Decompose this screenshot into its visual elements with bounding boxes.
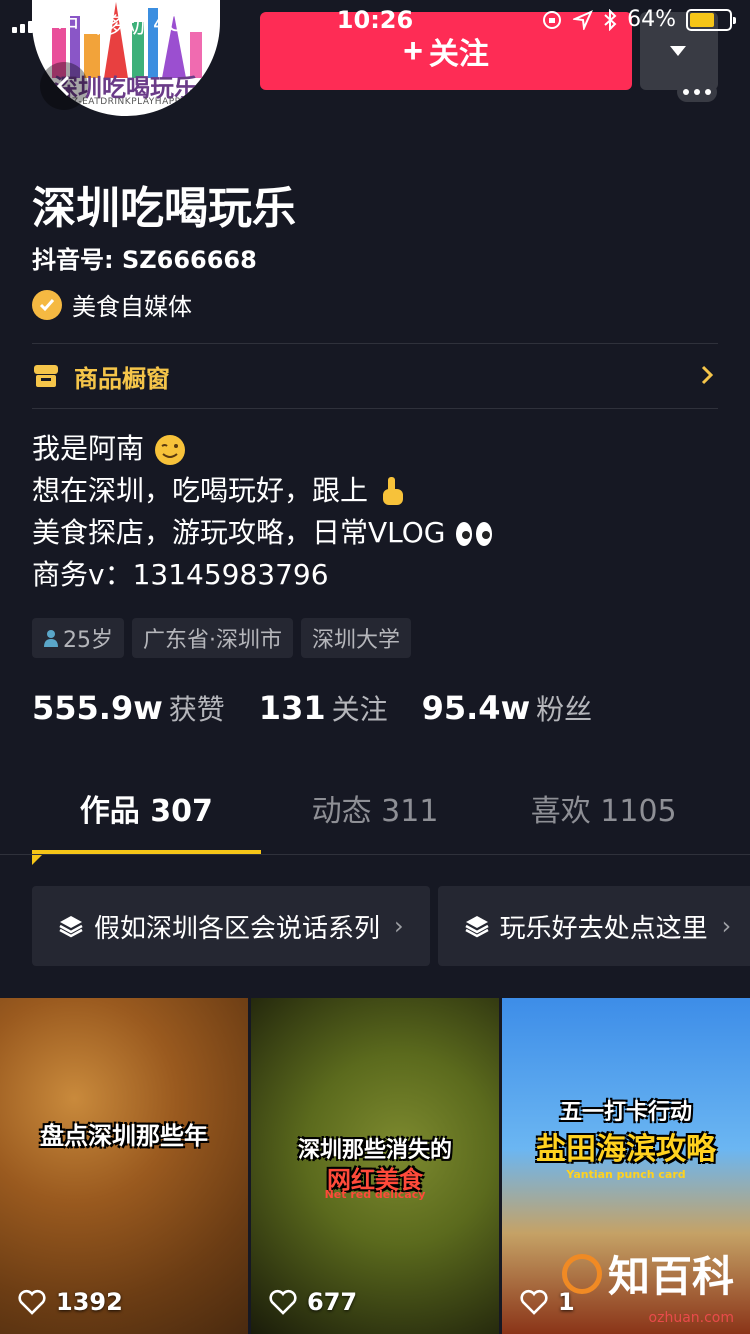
layers-icon (465, 916, 489, 938)
location-tag: 广东省·深圳市 (132, 618, 293, 658)
layers-icon (59, 916, 83, 938)
chevron-right-icon: › (394, 912, 404, 940)
video-caption: Net red delicacy (324, 1188, 426, 1201)
watermark-text: 知百科 (607, 1252, 734, 1301)
bluetooth-icon (604, 8, 617, 31)
following-count: 131 (258, 689, 326, 727)
video-thumbnail[interactable]: 深圳那些消失的 网红美食 Net red delicacy 677 (251, 998, 499, 1334)
watermark-url: ozhuan.com (648, 1310, 734, 1326)
collection-item[interactable]: 玩乐好去处点这里 › (437, 886, 750, 966)
verified-label: 美食自媒体 (72, 293, 192, 321)
tab-works[interactable]: 作品 307 (32, 786, 261, 854)
eyes-emoji-icon (456, 522, 493, 546)
battery-icon (686, 8, 736, 31)
divider (32, 408, 718, 409)
douyin-id: 抖音号: SZ666668 (32, 246, 257, 274)
battery-fill (690, 12, 715, 27)
bio-text: 我是阿南 (32, 432, 145, 465)
school-tag: 深圳大学 (301, 618, 412, 658)
heart-icon (269, 1289, 297, 1315)
shop-window-row[interactable]: 商品橱窗 (32, 344, 718, 408)
video-subtitle: 盐田海滨攻略 (536, 1132, 716, 1167)
point-up-emoji-icon (382, 477, 403, 505)
likes-count: 1392 (56, 1288, 123, 1316)
chevron-left-icon (56, 75, 70, 97)
bio-line: 商务v：13145983796 (32, 554, 494, 596)
status-bar: 中国移动 4G 10:26 64% (0, 0, 750, 40)
location-icon (573, 9, 594, 30)
likes-label: 获赞 (168, 693, 225, 726)
dropdown-arrow-icon (670, 46, 686, 56)
bio-text: 美食探店，游玩攻略，日常VLOG (32, 516, 446, 549)
video-thumbnail[interactable]: 盘点深圳那些年 1392 (0, 998, 248, 1334)
video-caption: Yantian punch card (566, 1168, 686, 1181)
likes-stat: 555.9w 获赞 (32, 688, 225, 728)
bio-text: 想在深圳，吃喝玩好，跟上 (32, 474, 369, 507)
back-button[interactable] (40, 62, 88, 110)
heart-icon (18, 1289, 46, 1315)
profile-page: 中国移动 4G 10:26 64% 深圳吃喝玩乐 SZ-EATDRINKPLAY… (0, 0, 750, 1334)
collection-item[interactable]: 假如深圳各区会说话系列 › (32, 886, 430, 966)
check-icon (32, 289, 62, 320)
watermark: 知百科 (561, 1243, 734, 1304)
verified-badge: 美食自媒体 (32, 287, 192, 322)
status-right: 64% (541, 7, 736, 32)
school-label: 深圳大学 (312, 628, 401, 653)
chevron-right-icon (701, 365, 714, 385)
person-icon (44, 630, 58, 647)
collection-label: 假如深圳各区会说话系列 (94, 913, 381, 944)
tab-posts[interactable]: 动态 311 (261, 786, 490, 854)
following-label: 关注 (331, 693, 388, 726)
collections-row: 假如深圳各区会说话系列 › 玩乐好去处点这里 › (32, 886, 750, 966)
bio-line: 我是阿南 (32, 428, 494, 470)
rotation-lock-icon (543, 10, 562, 29)
wink-emoji-icon (154, 435, 185, 465)
location-label: 广东省·深圳市 (143, 628, 282, 653)
bio: 我是阿南 想在深圳，吃喝玩好，跟上 美食探店，游玩攻略，日常VLOG 商务v：1… (32, 428, 494, 596)
more-dots-icon (677, 82, 717, 102)
tabs-divider (0, 854, 750, 855)
likes-count: 555.9w (32, 689, 163, 727)
battery-percent: 64% (627, 7, 676, 32)
following-stat[interactable]: 131 关注 (259, 688, 388, 728)
tab-likes[interactable]: 喜欢 1105 (489, 786, 718, 854)
followers-label: 粉丝 (536, 693, 593, 726)
bio-line: 想在深圳，吃喝玩好，跟上 (32, 470, 494, 512)
likes-count: 677 (307, 1288, 358, 1316)
video-title: 五一打卡行动 (559, 1100, 692, 1125)
bio-text: 商务v：13145983796 (32, 558, 329, 591)
followers-count: 95.4w (421, 689, 531, 727)
watermark-logo-icon (561, 1253, 602, 1294)
age-label: 25岁 (63, 628, 113, 653)
profile-stats: 555.9w 获赞 131 关注 95.4w 粉丝 (32, 688, 592, 728)
age-tag: 25岁 (32, 618, 124, 658)
video-likes: 677 (269, 1288, 357, 1316)
heart-icon (520, 1289, 548, 1315)
video-title: 盘点深圳那些年 (40, 1122, 208, 1150)
chevron-right-icon: › (721, 912, 732, 940)
bio-line: 美食探店，游玩攻略，日常VLOG (32, 512, 494, 554)
followers-stat[interactable]: 95.4w 粉丝 (422, 688, 593, 728)
shop-icon (34, 365, 58, 387)
profile-tags: 25岁 广东省·深圳市 深圳大学 (32, 618, 412, 658)
collection-label: 玩乐好去处点这里 (499, 913, 708, 944)
shop-label: 商品橱窗 (74, 364, 170, 393)
profile-name: 深圳吃喝玩乐 (32, 183, 296, 234)
video-likes: 1392 (18, 1288, 123, 1316)
content-tabs: 作品 307 动态 311 喜欢 1105 (32, 786, 718, 854)
